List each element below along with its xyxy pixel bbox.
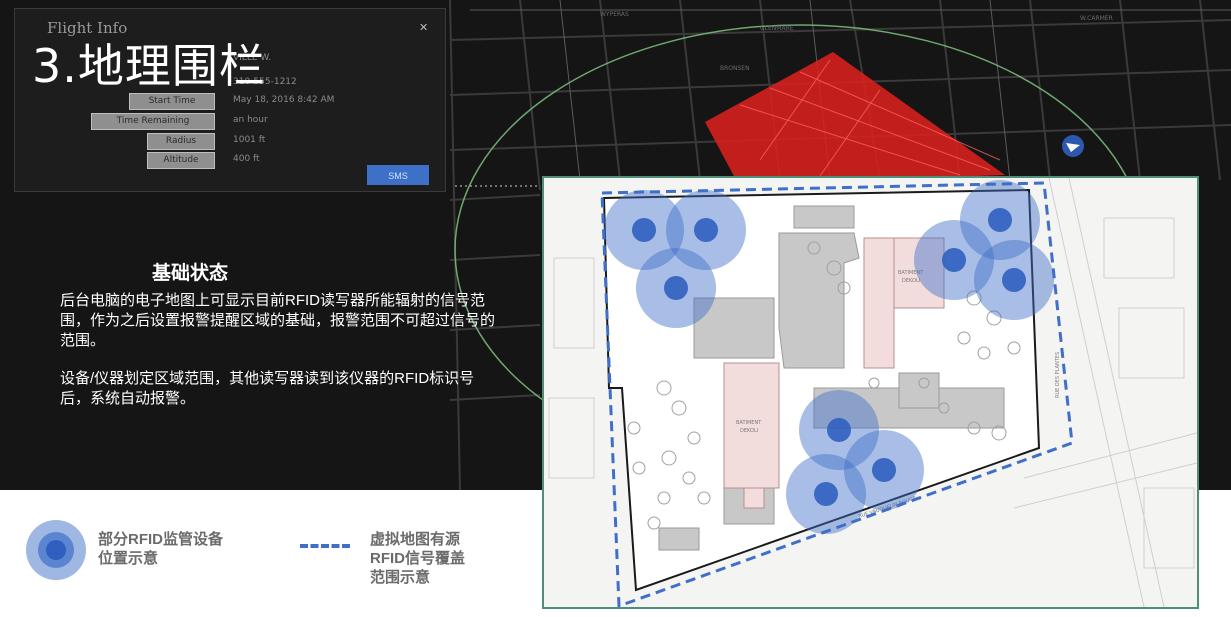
coverage-legend-line — [300, 544, 350, 548]
svg-text:DEKOLI: DEKOLI — [740, 428, 758, 434]
slide-title: 3.地理围栏 — [32, 39, 266, 93]
svg-text:WYPERAS: WYPERAS — [600, 11, 629, 18]
time-remaining-value: an hour — [233, 115, 268, 125]
rfid-device-icon — [636, 248, 716, 328]
description-paragraph-1: 后台电脑的电子地图上可显示目前RFID读写器所能辐射的信号范围，作为之后设置报警… — [60, 292, 496, 349]
sms-button[interactable]: SMS — [367, 165, 429, 185]
floor-plan-drawing: BATIMENT DEKOLI BATIMENT DEKOLI RUE DES … — [548, 178, 1197, 607]
close-icon[interactable]: ✕ — [419, 21, 428, 34]
radius-value: 1001 ft — [233, 135, 266, 145]
description-heading: 基础状态 — [151, 262, 228, 284]
radius-label: Radius — [147, 133, 215, 150]
street-label: RUE DES PLANTES — [1055, 352, 1061, 398]
rfid-device-legend-icon — [26, 520, 86, 580]
altitude-label: Altitude — [147, 152, 215, 169]
svg-text:GLENMARE: GLENMARE — [760, 25, 794, 32]
svg-text:DEKOLI: DEKOLI — [902, 278, 920, 284]
altitude-value: 400 ft — [233, 154, 260, 164]
time-remaining-label: Time Remaining — [91, 113, 215, 130]
rfid-device-icon — [974, 240, 1054, 320]
device-legend-label: 部分RFID监管设备 位置示意 — [98, 531, 223, 567]
description-paragraph-2: 设备/仪器划定区域范围，其他读写器读到该仪器的RFID标识号后，系统自动报警。 — [60, 370, 475, 407]
rfid-device-icon — [786, 454, 866, 534]
coverage-legend-label: 虚拟地图有源 RFID信号覆盖 范围示意 — [370, 531, 465, 586]
svg-text:BRONSEN: BRONSEN — [720, 65, 750, 72]
svg-text:W.CARMER: W.CARMER — [1080, 15, 1113, 22]
description-block: 基础状态 后台电脑的电子地图上可显示目前RFID读写器所能辐射的信号范围，作为之… — [60, 258, 500, 427]
svg-text:BATIMENT: BATIMENT — [736, 420, 762, 426]
geofence-polygon — [705, 52, 1005, 180]
site-floor-plan: BATIMENT DEKOLI BATIMENT DEKOLI RUE DES … — [542, 176, 1199, 609]
